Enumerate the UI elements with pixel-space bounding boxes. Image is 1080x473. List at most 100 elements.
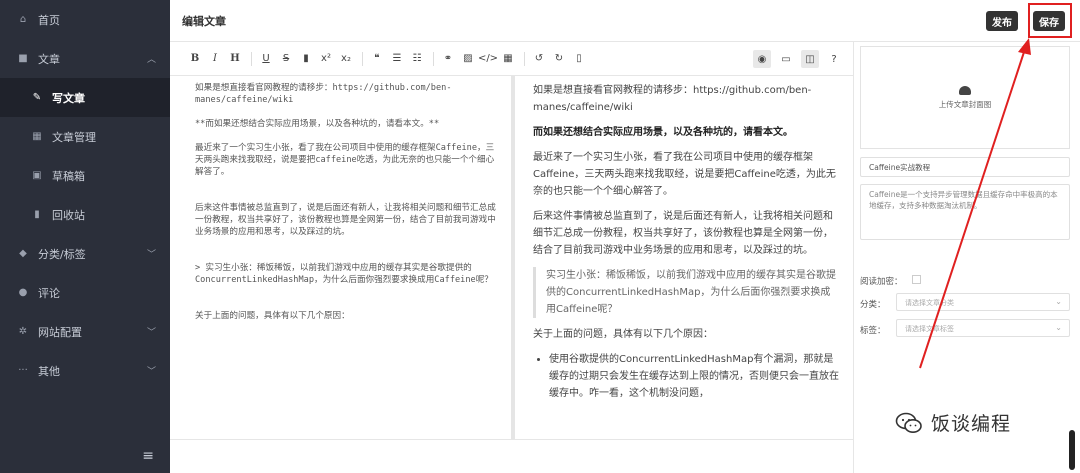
subscript-button[interactable]: x₂ — [337, 50, 355, 68]
source-line: > 实习生小张：稀饭稀饭，以前我们游戏中应用的缓存其实是谷歌提供的Concurr… — [195, 263, 493, 285]
toolbar-format-group: B I H U S ▮ x² x₂ ❝ ☰ ☷ ⚭ ▨ </> ▦ ↺ ↻ ▯ — [186, 50, 590, 68]
fullscreen-button[interactable]: ▭ — [777, 50, 795, 68]
trash-icon: ▮ — [34, 209, 40, 220]
undo-button[interactable]: ↺ — [530, 50, 548, 68]
ordered-list-button[interactable]: ☰ — [388, 50, 406, 68]
bookmark-button[interactable]: ▮ — [297, 50, 315, 68]
cloud-upload-icon — [959, 85, 971, 95]
preview-list-item: 使用谷歌提供的ConcurrentLinkedHashMap有个漏洞，那就是缓存… — [549, 351, 839, 402]
tag-icon: ◆ — [19, 248, 27, 259]
watermark: 饭谈编程 — [895, 409, 1011, 436]
sidebar-item-3[interactable]: ▦ 文章管理 — [0, 117, 170, 156]
source-line: 如果是想直接看官网教程的请移步：https://github.com/ben-m… — [195, 83, 452, 105]
chevron-icon: ﹀ — [146, 328, 156, 338]
sidebar-item-9[interactable]: ··· 其他 ﹀ — [0, 351, 170, 390]
split-view-button[interactable]: ◫ — [801, 50, 819, 68]
toolbar-separator — [433, 51, 434, 66]
preview-paragraph: 后来这件事情被总监直到了，说是后面还有新人，让我将相关问题和细节汇总成一份教程，… — [533, 211, 833, 256]
page-title: 编辑文章 — [182, 15, 226, 28]
article-title-input[interactable]: Caffeine实战教程 — [860, 157, 1070, 177]
cover-upload-label: 上传文章封面图 — [938, 99, 992, 109]
encrypt-checkbox[interactable] — [912, 275, 921, 284]
preview-list: 使用谷歌提供的ConcurrentLinkedHashMap有个漏洞，那就是缓存… — [533, 351, 839, 402]
link-button[interactable]: ⚭ — [439, 50, 457, 68]
markdown-source-pane[interactable]: 如果是想直接看官网教程的请移步：https://github.com/ben-m… — [170, 76, 511, 439]
clear-button[interactable]: ▯ — [570, 50, 588, 68]
sidebar-item-label: 其他 — [38, 364, 60, 378]
chevron-down-icon: ⌄ — [1055, 323, 1062, 332]
more-icon: ··· — [18, 365, 28, 376]
sidebar-item-label: 写文章 — [52, 91, 85, 105]
underline-button[interactable]: U — [257, 50, 275, 68]
app-window: ⌂ 首页 ■ 文章 ︿ ✎ 写文章 ▦ 文章管理 ▣ 草稿箱 ▮ 回收站 ◆ 分类/标签 ﹀ ● 评论 ✲ 网站配置 ﹀… — [0, 0, 1080, 473]
chevron-down-icon: ⌄ — [1055, 297, 1062, 306]
wechat-icon — [895, 412, 922, 433]
sidebar-item-4[interactable]: ▣ 草稿箱 — [0, 156, 170, 195]
settings-icon: ✲ — [18, 326, 28, 337]
cover-upload-area[interactable]: 上传文章封面图 — [860, 46, 1070, 149]
sidebar-item-8[interactable]: ✲ 网站配置 ﹀ — [0, 312, 170, 351]
quote-button[interactable]: ❝ — [368, 50, 386, 68]
tag-placeholder: 请选择文章标签 — [905, 325, 954, 333]
sidebar-item-label: 评论 — [38, 286, 60, 300]
source-line: **而如果还想结合实际应用场景，以及各种坑的，请看本文。** — [195, 119, 440, 129]
chevron-icon: ﹀ — [146, 367, 156, 377]
heading-button[interactable]: H — [226, 50, 244, 68]
unordered-list-button[interactable]: ☷ — [408, 50, 426, 68]
preview-toggle-button[interactable]: ◉ — [753, 50, 771, 68]
italic-button[interactable]: I — [206, 50, 224, 68]
source-line: 后来这件事情被总监直到了，说是后面还有新人，让我将相关问题和细节汇总成一份教程，… — [195, 203, 496, 237]
sidebar-item-1[interactable]: ■ 文章 ︿ — [0, 39, 170, 78]
help-button[interactable]: ? — [825, 50, 843, 68]
code-button[interactable]: </> — [478, 50, 498, 68]
menu-icon: ≡ — [142, 448, 154, 464]
tag-select[interactable]: 请选择文章标签 ⌄ — [896, 319, 1070, 337]
chevron-icon: ﹀ — [146, 250, 156, 260]
category-placeholder: 请选择文章分类 — [905, 299, 954, 307]
comment-icon: ● — [18, 287, 28, 298]
encrypt-label: 阅读加密： — [860, 277, 903, 287]
superscript-button[interactable]: x² — [317, 50, 335, 68]
category-select[interactable]: 请选择文章分类 ⌄ — [896, 293, 1070, 311]
markdown-preview-pane: 如果是想直接看官网教程的请移步：https://github.com/ben-m… — [515, 76, 853, 439]
toolbar-separator — [251, 51, 252, 66]
sidebar-item-label: 首页 — [38, 13, 60, 27]
manage-icon: ▦ — [32, 131, 42, 142]
publish-button[interactable]: 发布 — [986, 11, 1018, 31]
source-line: 最近来了一个实习生小张，看了我在公司项目中使用的缓存框架Caffeine，三天两… — [195, 143, 495, 177]
markdown-editor: 如果是想直接看官网教程的请移步：https://github.com/ben-m… — [170, 76, 853, 473]
article-summary-textarea[interactable]: Caffeine是一个支持异步管理数据且缓存命中率极高的本地缓存，支持多种数据淘… — [860, 184, 1070, 240]
sidebar-item-7[interactable]: ● 评论 — [0, 273, 170, 312]
image-button[interactable]: ▨ — [459, 50, 477, 68]
bold-button[interactable]: B — [186, 50, 204, 68]
sidebar-item-5[interactable]: ▮ 回收站 — [0, 195, 170, 234]
sidebar-item-label: 分类/标签 — [38, 247, 86, 261]
source-line: 关于上面的问题，具体有以下几个原因： — [195, 311, 350, 321]
sidebar-item-label: 草稿箱 — [52, 169, 85, 183]
draft-icon: ▣ — [32, 170, 42, 181]
header: 编辑文章 发布 保存 — [170, 0, 1080, 42]
save-highlight-annotation — [1028, 3, 1072, 38]
sidebar-item-label: 网站配置 — [38, 325, 82, 339]
sidebar-item-2[interactable]: ✎ 写文章 — [0, 78, 170, 117]
table-button[interactable]: ▦ — [499, 50, 517, 68]
tag-label: 标签： — [860, 326, 886, 336]
toolbar-view-group: ◉ ▭ ◫? — [749, 50, 845, 68]
write-icon: ✎ — [32, 92, 42, 103]
preview-paragraph: 关于上面的问题，具体有以下几个原因： — [533, 329, 713, 340]
toolbar-separator — [524, 51, 525, 66]
sidebar-item-label: 回收站 — [52, 208, 85, 222]
sidebar-item-0[interactable]: ⌂ 首页 — [0, 0, 170, 39]
toolbar-separator — [362, 51, 363, 66]
sidebar-item-6[interactable]: ◆ 分类/标签 ﹀ — [0, 234, 170, 273]
editor-footer — [170, 439, 853, 473]
redo-button[interactable]: ↻ — [550, 50, 568, 68]
scrollbar-thumb[interactable] — [1069, 430, 1075, 470]
editor-toolbar: B I H U S ▮ x² x₂ ❝ ☰ ☷ ⚭ ▨ </> ▦ ↺ ↻ ▯ ◉ ▭ ◫? — [170, 42, 853, 76]
preview-bold-paragraph: 而如果还想结合实际应用场景，以及各种坑的，请看本文。 — [533, 127, 793, 138]
sidebar-item-label: 文章管理 — [52, 130, 96, 144]
strikethrough-button[interactable]: S — [277, 50, 295, 68]
preview-paragraph: 如果是想直接看官网教程的请移步：https://github.com/ben-m… — [533, 85, 812, 113]
preview-paragraph: 最近来了一个实习生小张，看了我在公司项目中使用的缓存框架Caffeine，三天两… — [533, 152, 836, 197]
sidebar-collapse-button[interactable]: ≡ — [0, 439, 170, 473]
